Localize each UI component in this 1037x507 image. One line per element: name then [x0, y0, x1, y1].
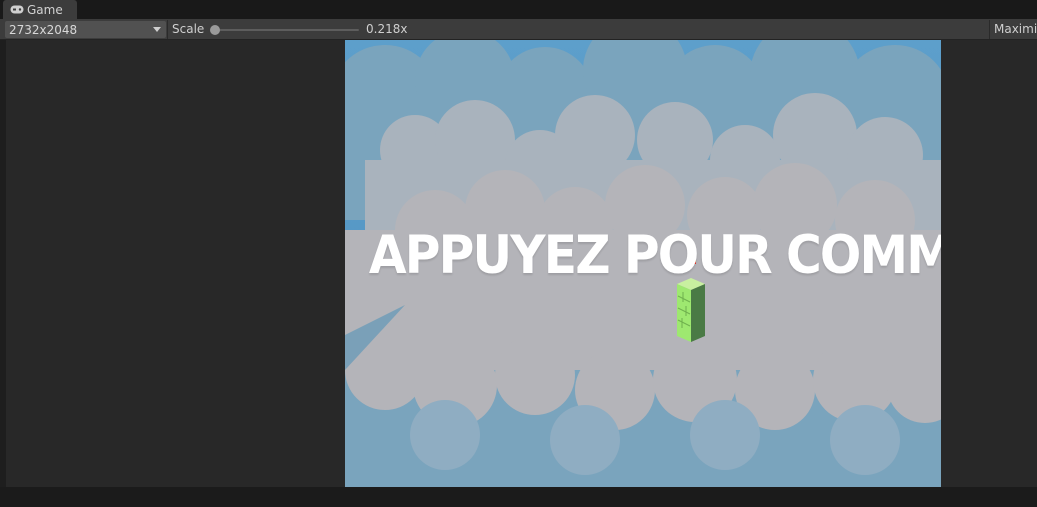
- scale-value: 0.218x: [366, 22, 408, 36]
- tab-game-label: Game: [27, 2, 63, 17]
- resolution-dropdown[interactable]: 2732x2048: [5, 21, 166, 38]
- game-toolbar: 2732x2048 Scale 0.218x Maximize: [0, 19, 1037, 40]
- start-prompt: APPUYEZ POUR COMMENCER: [368, 225, 941, 286]
- scale-slider-thumb[interactable]: [210, 25, 220, 35]
- dropdown-caret-icon: [153, 27, 161, 32]
- toolbar-divider: [167, 20, 168, 39]
- tab-game[interactable]: Game: [3, 0, 77, 19]
- status-bar: [0, 487, 1037, 507]
- maximize-toggle[interactable]: Maximize: [989, 20, 1037, 39]
- tab-strip: Game: [0, 0, 1037, 19]
- game-canvas[interactable]: APPUYEZ POUR COMMENCER: [345, 40, 941, 487]
- scale-label: Scale: [172, 22, 205, 36]
- gamepad-icon: [10, 5, 24, 14]
- resolution-value: 2732x2048: [9, 22, 78, 37]
- scale-slider-track[interactable]: [213, 29, 359, 31]
